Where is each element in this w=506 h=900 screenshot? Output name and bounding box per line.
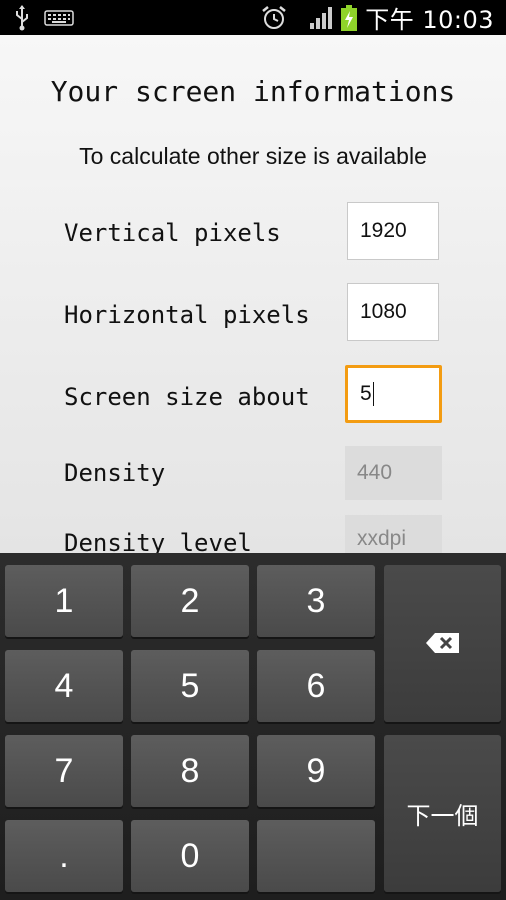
density-label: Density [64, 459, 166, 487]
screen-size-value: 5 [360, 382, 372, 405]
key-3[interactable]: 3 [257, 565, 375, 637]
key-2[interactable]: 2 [131, 565, 249, 637]
key-dot[interactable]: . [5, 820, 123, 892]
alarm-icon [261, 5, 287, 31]
key-6[interactable]: 6 [257, 650, 375, 722]
key-dot-label: . [59, 836, 69, 875]
key-9-label: 9 [306, 751, 326, 790]
next-key[interactable]: 下一個 [384, 735, 501, 892]
vertical-pixels-label: Vertical pixels [64, 219, 281, 247]
battery-charging-icon [341, 4, 358, 31]
vertical-pixels-input[interactable]: 1920 [347, 202, 439, 260]
key-blank[interactable] [257, 820, 375, 892]
next-key-label: 下一個 [406, 803, 479, 830]
key-5[interactable]: 5 [131, 650, 249, 722]
density-level-field: xxdpi [345, 515, 442, 555]
density-field: 440 [345, 446, 442, 500]
page-title: Your screen informations [50, 75, 456, 108]
numeric-keyboard: 1 2 3 4 5 6 7 8 9 . 0 下一個 [0, 553, 506, 900]
screen-size-input[interactable]: 5 [345, 365, 442, 423]
key-1-label: 1 [54, 581, 74, 620]
key-8[interactable]: 8 [131, 735, 249, 807]
vertical-pixels-value: 1920 [360, 219, 407, 242]
clock-time: 下午 10:03 [365, 6, 494, 34]
key-7[interactable]: 7 [5, 735, 123, 807]
status-bar: 下午 10:03 [0, 0, 506, 35]
key-2-label: 2 [180, 581, 200, 620]
density-value: 440 [357, 461, 393, 484]
content-area: Your screen informations To calculate ot… [0, 35, 506, 557]
keyboard-icon [44, 9, 74, 27]
usb-icon [14, 4, 30, 31]
text-cursor [372, 382, 374, 406]
key-1[interactable]: 1 [5, 565, 123, 637]
key-0-label: 0 [180, 836, 200, 875]
key-4[interactable]: 4 [5, 650, 123, 722]
backspace-key[interactable] [384, 565, 501, 722]
key-4-label: 4 [54, 666, 74, 705]
screen-size-label: Screen size about [64, 383, 310, 411]
key-8-label: 8 [180, 751, 200, 790]
key-0[interactable]: 0 [131, 820, 249, 892]
density-level-value: xxdpi [357, 527, 407, 550]
horizontal-pixels-value: 1080 [360, 300, 407, 323]
backspace-icon [425, 624, 461, 663]
key-5-label: 5 [180, 666, 200, 705]
key-3-label: 3 [306, 581, 326, 620]
horizontal-pixels-input[interactable]: 1080 [347, 283, 439, 341]
key-6-label: 6 [306, 666, 326, 705]
key-9[interactable]: 9 [257, 735, 375, 807]
page-subtitle: To calculate other size is available [79, 143, 427, 169]
horizontal-pixels-label: Horizontal pixels [64, 301, 310, 329]
signal-icon [309, 6, 333, 30]
key-7-label: 7 [54, 751, 74, 790]
